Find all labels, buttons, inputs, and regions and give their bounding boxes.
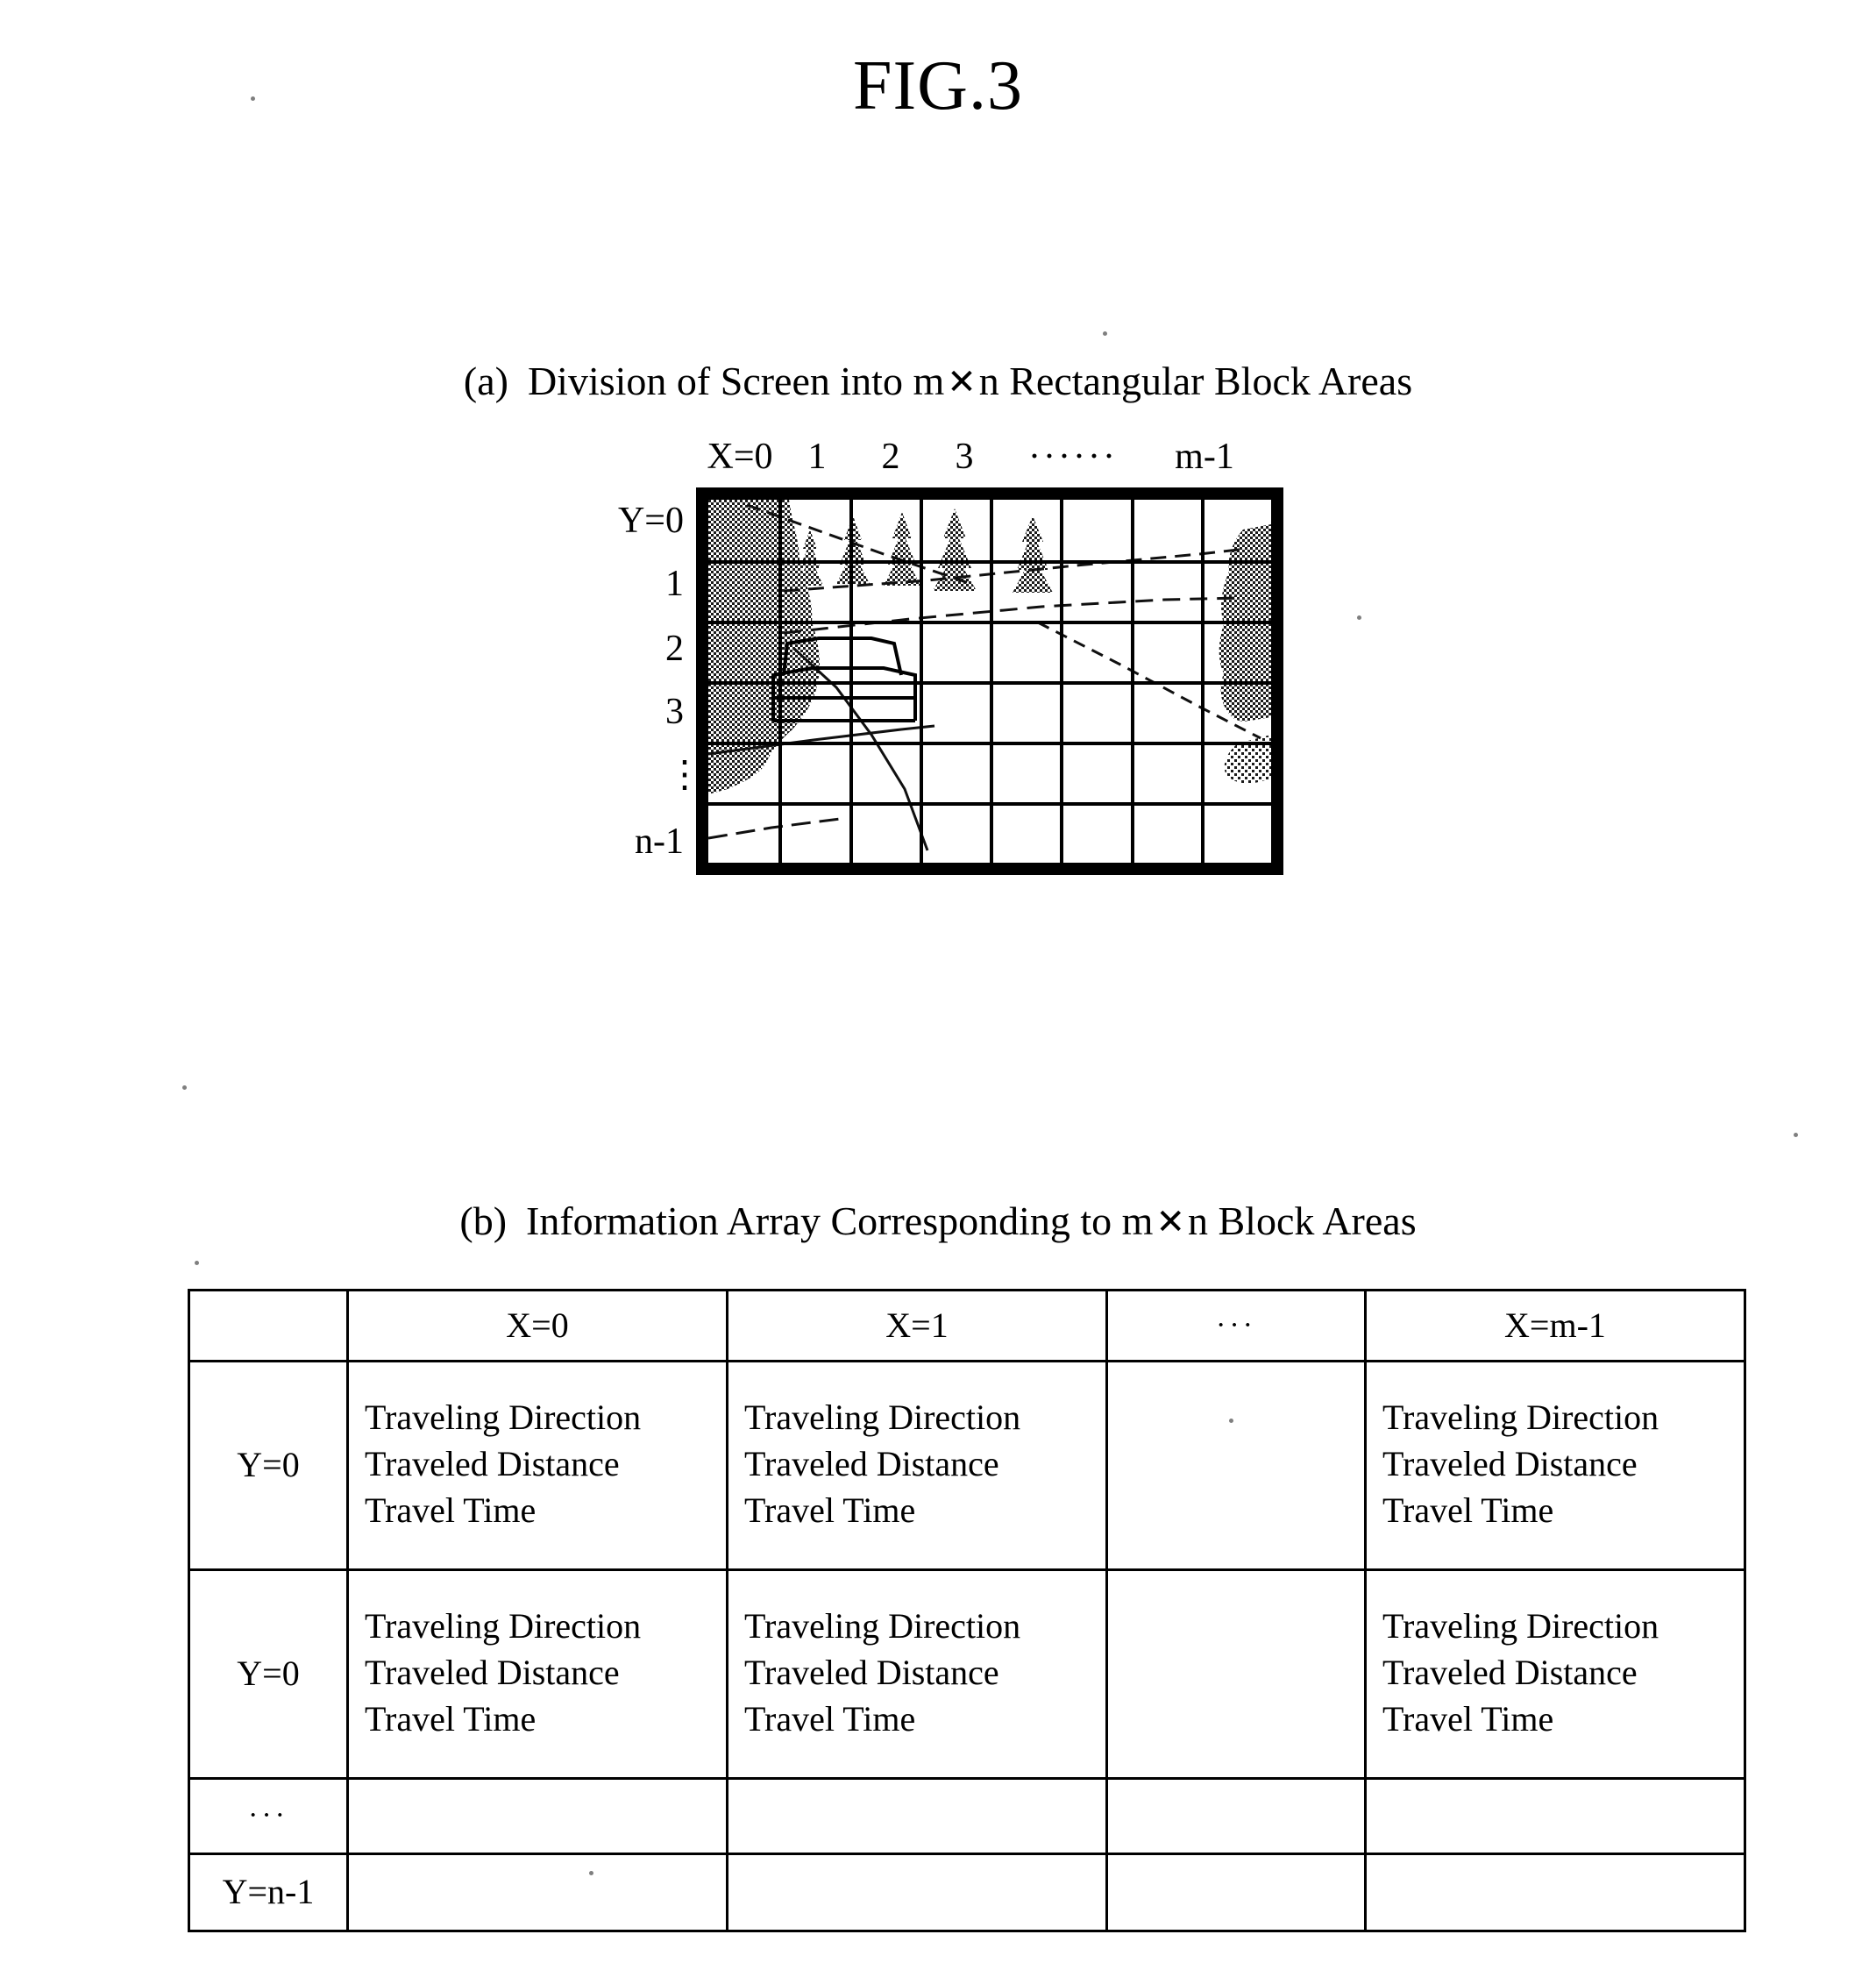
table-row: ···	[188, 1777, 1746, 1855]
section-b-caption-after: n Block Areas	[1187, 1198, 1417, 1243]
cell-line-traveled-distance: Traveled Distance	[1382, 1653, 1638, 1693]
cell-line-traveled-distance: Traveled Distance	[1382, 1444, 1638, 1484]
scan-speckle	[1229, 1419, 1233, 1423]
table-cell-y0-x0: Traveling Direction Traveled Distance Tr…	[346, 1360, 728, 1571]
column-label-3: 3	[955, 437, 974, 477]
screen-division-diagram: X=0 1 2 3 ······ m-1 Y=0 1 2 3 ⋮ n-1	[589, 438, 1290, 929]
table-header-row: X=0 X=1 ··· X=m-1	[188, 1289, 1746, 1362]
row-label-1: 1	[665, 564, 684, 604]
column-label-m-minus-1: m-1	[1175, 437, 1234, 477]
cell-line-travel-time: Travel Time	[1382, 1698, 1554, 1739]
cell-line-travel-time: Travel Time	[365, 1698, 537, 1739]
multiplication-sign-icon: ✕	[947, 362, 977, 402]
table-cell-y1-x0: Traveling Direction Traveled Distance Tr…	[346, 1568, 728, 1780]
cell-line-traveled-distance: Traveled Distance	[365, 1653, 620, 1693]
table-header-ellipsis: ···	[1105, 1289, 1367, 1362]
cell-line-traveling-direction: Traveling Direction	[365, 1397, 642, 1438]
cell-line-traveled-distance: Traveled Distance	[744, 1653, 999, 1693]
section-a-label: (a)	[463, 359, 508, 403]
section-a-caption: (a) Division of Screen into m✕n Rectangul…	[0, 359, 1876, 404]
table-cell-yn1-x1	[726, 1853, 1108, 1932]
section-a-caption-before: Division of Screen into m	[527, 359, 945, 403]
table-cell-y1-xm1: Traveling Direction Traveled Distance Tr…	[1364, 1568, 1746, 1780]
multiplication-sign-icon: ✕	[1155, 1202, 1185, 1241]
screen-image	[708, 500, 1271, 863]
figure-title: FIG.3	[853, 47, 1023, 124]
scan-speckle	[589, 1871, 593, 1875]
cell-line-traveled-distance: Traveled Distance	[744, 1444, 999, 1484]
scan-speckle	[1794, 1133, 1798, 1137]
section-a-caption-after: n Rectangular Block Areas	[978, 359, 1413, 403]
cell-line-travel-time: Travel Time	[744, 1698, 916, 1739]
scan-speckle	[251, 96, 255, 101]
table-header-x-m-minus-1: X=m-1	[1364, 1289, 1746, 1362]
table-corner-cell	[188, 1289, 349, 1362]
row-label-2: 2	[665, 629, 684, 669]
table-row-label-y0-second: Y=0	[188, 1568, 349, 1780]
table-cell-y1-ellipsis	[1105, 1568, 1367, 1780]
table-cell-y1-x1: Traveling Direction Traveled Distance Tr…	[726, 1568, 1108, 1780]
cell-line-travel-time: Travel Time	[1382, 1490, 1554, 1530]
table-cell-y0-ellipsis	[1105, 1360, 1367, 1571]
column-label-1: 1	[807, 437, 827, 477]
cell-line-traveling-direction: Traveling Direction	[365, 1606, 642, 1646]
column-label-x0: X=0	[707, 437, 773, 477]
road-scene-illustration	[708, 500, 1271, 863]
table-row: Y=0 Traveling Direction Traveled Distanc…	[188, 1568, 1746, 1780]
cell-line-travel-time: Travel Time	[744, 1490, 916, 1530]
table-header-x1: X=1	[726, 1289, 1108, 1362]
cell-line-travel-time: Travel Time	[365, 1490, 537, 1530]
table-cell-ellipsis-x1	[726, 1777, 1108, 1855]
cell-line-traveling-direction: Traveling Direction	[744, 1606, 1021, 1646]
row-label-column: Y=0 1 2 3 ⋮ n-1	[589, 487, 703, 875]
column-label-2: 2	[881, 437, 900, 477]
table-row-label-y0: Y=0	[188, 1360, 349, 1571]
section-b-caption-before: Information Array Corresponding to m	[526, 1198, 1154, 1243]
table-cell-yn1-ellipsis	[1105, 1853, 1367, 1932]
table-cell-ellipsis-x0	[346, 1777, 728, 1855]
row-label-ellipsis: ⋮	[666, 755, 703, 795]
table-cell-y0-x1: Traveling Direction Traveled Distance Tr…	[726, 1360, 1108, 1571]
table-row-label-ellipsis: ···	[188, 1777, 349, 1855]
scan-speckle	[1103, 331, 1107, 336]
table-row-label-y-n-minus-1: Y=n-1	[188, 1853, 349, 1932]
table-header-x0: X=0	[346, 1289, 728, 1362]
table-cell-y0-xm1: Traveling Direction Traveled Distance Tr…	[1364, 1360, 1746, 1571]
row-label-n-minus-1: n-1	[635, 821, 684, 862]
table-cell-ellipsis-ellipsis	[1105, 1777, 1367, 1855]
cell-line-traveling-direction: Traveling Direction	[744, 1397, 1021, 1438]
table-row: Y=n-1	[188, 1853, 1746, 1932]
section-b-caption: (b) Information Array Corresponding to m✕…	[0, 1198, 1876, 1244]
row-label-y0: Y=0	[617, 501, 684, 541]
scan-speckle	[195, 1261, 199, 1265]
table-cell-yn1-x0	[346, 1853, 728, 1932]
column-label-row: X=0 1 2 3 ······ m-1	[696, 438, 1283, 486]
column-label-ellipsis: ······	[1028, 437, 1118, 477]
cell-line-traveled-distance: Traveled Distance	[365, 1444, 620, 1484]
table-row: Y=0 Traveling Direction Traveled Distanc…	[188, 1360, 1746, 1571]
cell-line-traveling-direction: Traveling Direction	[1382, 1606, 1659, 1646]
screen-image-frame	[696, 487, 1283, 875]
table-cell-yn1-xm1	[1364, 1853, 1746, 1932]
information-array-table: X=0 X=1 ··· X=m-1 Y=0 Traveling Directio…	[188, 1289, 1746, 1932]
scan-speckle	[182, 1085, 187, 1090]
row-label-3: 3	[665, 692, 684, 732]
cell-line-traveling-direction: Traveling Direction	[1382, 1397, 1659, 1438]
scan-speckle	[1357, 615, 1361, 620]
section-b-label: (b)	[459, 1198, 508, 1243]
table-cell-ellipsis-xm1	[1364, 1777, 1746, 1855]
